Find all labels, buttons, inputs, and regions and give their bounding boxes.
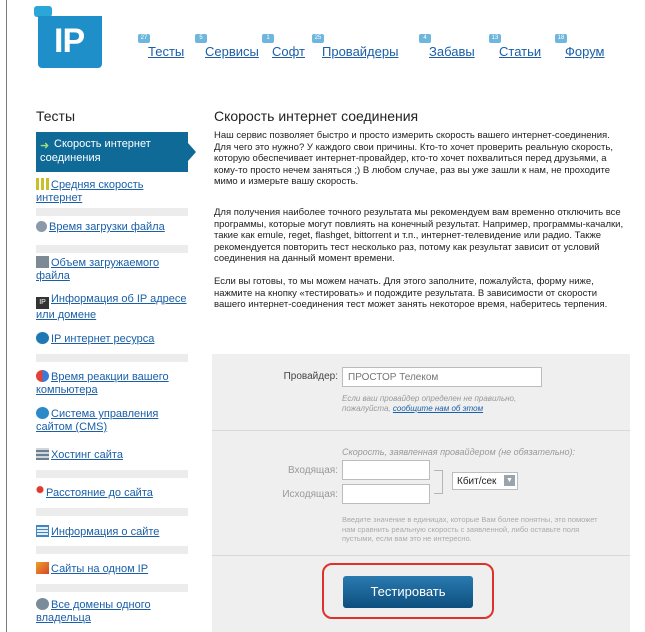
- sidebar-item-ip-info[interactable]: IP Информация об IP адресе или домене: [36, 293, 188, 322]
- nav-badge: 1: [262, 34, 274, 43]
- units-note: Введите значение в единицах, которые Вам…: [342, 515, 598, 543]
- cms-icon: [36, 407, 49, 419]
- speed-arrow-icon: ➜: [40, 140, 50, 152]
- clock-icon: [36, 221, 47, 232]
- outgoing-speed-input[interactable]: [342, 484, 430, 504]
- sidebar-gap: [36, 584, 188, 592]
- sidebar-item-domains[interactable]: Все домены одного владельца: [36, 598, 188, 625]
- sidebar: ➜ Скорость интернет соединения Средняя ск…: [36, 132, 196, 632]
- sites-icon: [36, 562, 49, 574]
- provider-input[interactable]: [342, 367, 542, 387]
- sidebar-item-distance[interactable]: Расстояние до сайта: [36, 486, 188, 500]
- speed-caption: Скорость, заявленная провайдером (не обя…: [342, 447, 576, 457]
- page-title: Скорость интернет соединения: [214, 108, 419, 124]
- sidebar-item-same-ip[interactable]: Сайты на одном IP: [36, 562, 188, 576]
- form-divider: [212, 555, 630, 556]
- globe-ip-icon: [36, 332, 49, 344]
- ip-icon: IP: [36, 297, 49, 309]
- nav-badge: 25: [312, 34, 324, 43]
- sidebar-gap: [36, 546, 188, 554]
- hosting-icon: [36, 448, 49, 460]
- intro-paragraph: Наш сервис позволяет быстро и просто изм…: [214, 130, 613, 188]
- sidebar-item-file-size[interactable]: Объем загружаемого файла: [36, 256, 188, 283]
- provider-label: Провайдер:: [283, 371, 338, 382]
- nav-badge: 13: [489, 34, 501, 43]
- nav-services[interactable]: 5 Сервисы: [195, 34, 259, 59]
- bars-icon: [36, 178, 49, 190]
- reaction-icon: [36, 370, 49, 382]
- incoming-label: Входящая:: [287, 465, 338, 476]
- nav-badge: 4: [419, 34, 431, 43]
- nav-software[interactable]: 1 Софт: [262, 34, 305, 59]
- unit-value: Кбит/сек: [457, 476, 497, 487]
- sidebar-gap: [36, 245, 188, 253]
- sidebar-gap: [36, 354, 188, 362]
- start-paragraph: Если вы готовы, то мы можем начать. Для …: [214, 276, 608, 311]
- sidebar-item-resource-ip[interactable]: IP интернет ресурса: [36, 332, 188, 346]
- provider-note: Если ваш провайдер определен не правильн…: [342, 394, 517, 413]
- nav-tests[interactable]: 27 Тесты: [138, 34, 184, 59]
- pin-icon: [36, 486, 44, 498]
- sidebar-title: Тесты: [36, 108, 76, 124]
- nav-badge: 5: [195, 34, 207, 43]
- outgoing-label: Исходящая:: [282, 489, 338, 500]
- info-doc-icon: [36, 525, 49, 537]
- sidebar-gap: [36, 508, 188, 516]
- file-size-icon: [36, 256, 49, 268]
- sidebar-item-hosting[interactable]: Хостинг сайта: [36, 448, 188, 462]
- sidebar-item-load-time[interactable]: Время загрузки файла: [36, 221, 188, 234]
- sidebar-item-avg-speed[interactable]: Средняя скорость интернет: [36, 178, 188, 205]
- nav-badge: 27: [138, 34, 150, 43]
- sidebar-item-speed[interactable]: ➜ Скорость интернет соединения: [36, 132, 196, 172]
- left-border: [6, 0, 7, 632]
- report-provider-link[interactable]: сообщите нам об этом: [393, 404, 483, 413]
- test-button[interactable]: Тестировать: [343, 576, 473, 608]
- advice-paragraph: Для получения наиболее точного результат…: [214, 207, 624, 265]
- nav-forum[interactable]: 18 Форум: [555, 34, 605, 59]
- sidebar-gap: [36, 470, 188, 478]
- sidebar-gap: [36, 208, 188, 216]
- sidebar-item-reaction[interactable]: Время реакции вашего компьютера: [36, 370, 188, 397]
- domains-icon: [36, 598, 49, 610]
- speed-brace: [434, 470, 443, 494]
- unit-select[interactable]: Кбит/сек ▼: [452, 472, 518, 490]
- chevron-down-icon: ▼: [504, 475, 515, 486]
- active-arrow: [188, 143, 196, 161]
- sidebar-item-site-info[interactable]: Информация о сайте: [36, 525, 188, 539]
- nav-providers[interactable]: 25 Провайдеры: [312, 34, 398, 59]
- incoming-speed-input[interactable]: [342, 460, 430, 480]
- logo-text: IP: [54, 22, 85, 60]
- nav-articles[interactable]: 13 Статьи: [489, 34, 541, 59]
- nav-fun[interactable]: 4 Забавы: [419, 34, 475, 59]
- form-divider: [212, 430, 630, 431]
- nav-badge: 18: [555, 34, 567, 43]
- sidebar-item-cms[interactable]: Система управления сайтом (CMS): [36, 407, 188, 434]
